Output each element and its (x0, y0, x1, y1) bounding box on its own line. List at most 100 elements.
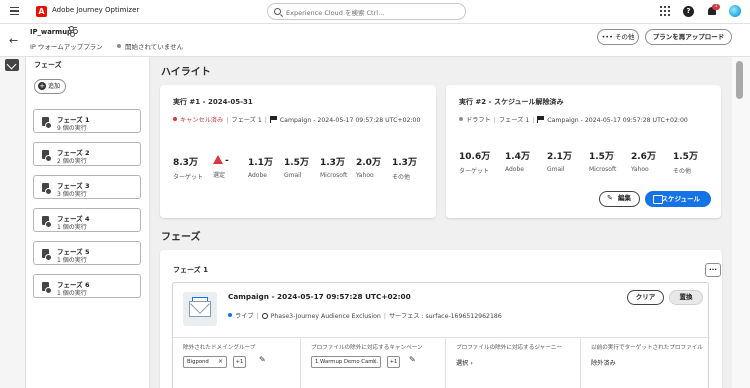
edit-button[interactable]: 編集 (599, 191, 640, 207)
sidebar-item-phase-2[interactable]: フェーズ 2 2 個の実行 (33, 142, 141, 166)
phase-run-count: 9 個の実行 (57, 125, 87, 132)
domain-group-chip[interactable]: Bigpond × (183, 356, 227, 368)
run-title: 実行 #2 - スケジュール解除済み (459, 98, 564, 106)
settings-sliders-icon[interactable] (68, 26, 78, 38)
plan-type: IP ウォームアッププラン (30, 43, 103, 51)
more-chips-count[interactable]: +1 (233, 356, 246, 368)
run-title: 実行 #1 - 2024-05-31 (173, 98, 253, 106)
chip-close-icon[interactable]: × (372, 357, 377, 367)
run-phase: フェーズ 1 (498, 117, 530, 124)
plan-name: IP_warmup (30, 28, 72, 36)
run-phase: フェーズ 1 (231, 117, 262, 124)
back-arrow-icon[interactable]: ← (9, 34, 18, 47)
column-label: 除外されたドメイングループ (183, 345, 256, 351)
phase-run-count: 1 個の実行 (57, 290, 87, 297)
more-button-label: その他 (615, 33, 635, 41)
column-label: 以前の実行でターゲットされたプロファイル (591, 345, 703, 351)
phase-run-count: 1 個の実行 (57, 257, 87, 264)
document-icon (42, 216, 52, 228)
campaign-surface: サーフェス : surface-1696512962186 (388, 313, 502, 320)
previous-runs-value: 除外済み (591, 360, 616, 367)
more-button[interactable]: ••• その他 (597, 29, 639, 45)
edit-pencil-icon[interactable]: ✎ (409, 355, 416, 364)
highlights-heading: ハイライト (161, 67, 211, 78)
campaign-panel: Campaign - 2024-05-17 09:57:28 UTC+02:00… (172, 282, 710, 388)
plan-status: 開始されていません (117, 41, 183, 51)
phase-1-card: フェーズ 1 ... Campaign - 2024-05-17 09:57:2… (160, 250, 722, 388)
schedule-button[interactable]: スケジュール (645, 191, 711, 207)
column-label: プロファイルの除外に対応するジャーニー (456, 345, 563, 351)
flag-icon (269, 116, 277, 123)
edit-pencil-icon[interactable]: ✎ (259, 355, 266, 364)
document-icon (42, 117, 52, 129)
document-icon (42, 249, 52, 261)
campaign-chip[interactable]: 1 Warmup Demo Cam... × (311, 356, 381, 368)
metric-target: 8.3万 ターゲット (173, 158, 204, 181)
plan-status-text: 開始されていません (125, 43, 184, 51)
hamburger-menu-icon[interactable] (10, 7, 19, 15)
apps-grid-icon[interactable] (660, 6, 671, 17)
phases-heading: フェーズ (161, 232, 201, 243)
sidebar-item-phase-5[interactable]: フェーズ 5 1 個の実行 (33, 241, 141, 265)
left-rail (0, 57, 26, 388)
sidebar-item-phase-1[interactable]: フェーズ 1 9 個の実行 (33, 109, 141, 133)
metric-adobe: 1.1万 Adobe (248, 158, 273, 179)
more-chips-count[interactable]: +1 (387, 356, 400, 368)
document-icon (42, 183, 52, 195)
search-input[interactable]: Experience Cloud を検索 Ctrl... (267, 3, 466, 20)
scrollbar[interactable] (732, 57, 750, 388)
document-icon (42, 150, 52, 162)
run-meta: ドラフト | フェーズ 1 | Campaign - 2024-05-17 09:57:… (459, 115, 688, 124)
status-dot-icon (459, 117, 463, 121)
campaign-meta: ライブ | Phase3-Journey Audience Exclusion | サー… (228, 311, 502, 320)
journey-exclusion-column: プロファイルの除外に対応するジャーニー 選択 › (445, 337, 580, 388)
phase-run-count: 2 個の実行 (57, 158, 87, 165)
collapse-panel-icon[interactable] (5, 59, 19, 71)
app-name: Adobe Journey Optimizer (52, 6, 140, 14)
chip-close-icon[interactable]: × (218, 357, 223, 367)
main-content: ハイライト 実行 #1 - 2024-05-31 キャンセル済み | フェーズ 1 |… (150, 57, 732, 388)
phase-more-actions-button[interactable]: ... (705, 263, 721, 277)
campaign-exclusion-column: プロファイルの除外に対応するキャンペーン 1 Warmup Demo Cam..… (300, 337, 445, 388)
phases-sidebar: フェーズ 追加 フェーズ 1 9 個の実行 フェーズ 2 2 個の実行 フェーズ… (26, 57, 150, 388)
run-campaign: Campaign - 2024-05-17 09:57:28 UTC+02:00 (547, 117, 688, 124)
run-campaign: Campaign - 2024-05-17 09:57:28 UTC+02:00 (279, 117, 421, 124)
metric-other: 1.5万 その他 (673, 152, 698, 175)
flag-icon (537, 116, 545, 123)
document-icon (42, 282, 52, 294)
sidebar-item-phase-6[interactable]: フェーズ 6 1 個の実行 (33, 274, 141, 298)
avatar[interactable] (729, 5, 741, 17)
sidebar-item-phase-3[interactable]: フェーズ 3 3 個の実行 (33, 175, 141, 199)
phase-title: フェーズ 1 (173, 266, 208, 274)
run-status: キャンセル済み (180, 117, 224, 124)
notifications-icon[interactable]: 1 (707, 4, 720, 17)
more-dots-icon: ••• (601, 33, 616, 41)
chevron-right-icon: › (470, 360, 473, 367)
top-bar: A Adobe Journey Optimizer Experience Clo… (0, 0, 750, 24)
metric-yahoo: 2.0万 Yahoo (356, 158, 381, 179)
search-icon (274, 8, 281, 15)
metric-target: 10.6万 ターゲット (459, 152, 491, 175)
plan-header: ← IP_warmup IP ウォームアッププラン 開始されていません ••• … (0, 24, 750, 57)
scrollbar-thumb[interactable] (736, 61, 743, 99)
phase-run-count: 3 個の実行 (57, 191, 87, 198)
metric-yahoo: 2.6万 Yahoo (631, 152, 656, 173)
warning-icon (213, 155, 223, 164)
phase-run-count: 1 個の実行 (57, 224, 87, 231)
run-1-card: 実行 #1 - 2024-05-31 キャンセル済み | フェーズ 1 | Campai… (160, 85, 436, 218)
notification-count-badge: 1 (712, 4, 720, 10)
sidebar-item-phase-4[interactable]: フェーズ 4 1 個の実行 (33, 208, 141, 232)
sidebar-title: フェーズ (34, 61, 62, 69)
replace-button[interactable]: 置換 (669, 290, 703, 305)
column-label: プロファイルの除外に対応するキャンペーン (311, 345, 423, 351)
add-phase-button[interactable]: 追加 (34, 79, 66, 94)
select-journey-link[interactable]: 選択 › (456, 358, 473, 367)
campaign-audience: Phase3-Journey Audience Exclusion (270, 313, 381, 320)
help-icon[interactable]: ? (683, 6, 694, 17)
campaign-title: Campaign - 2024-05-17 09:57:28 UTC+02:00 (228, 292, 411, 301)
reupload-plan-button[interactable]: プランを再アップロード (645, 29, 732, 45)
metric-gmail: 2.1万 Gmail (547, 152, 572, 173)
status-dot-icon (173, 117, 177, 121)
clear-button[interactable]: クリア (627, 290, 664, 305)
audience-icon (261, 313, 268, 319)
